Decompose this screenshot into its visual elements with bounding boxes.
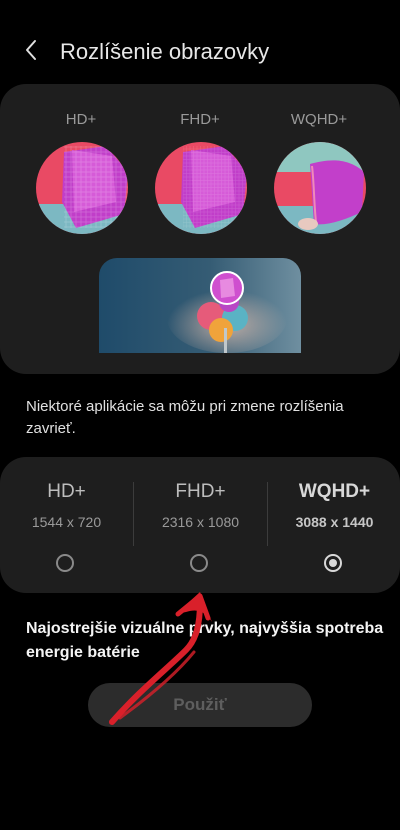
page-title: Rozlíšenie obrazovky	[60, 39, 270, 64]
header: Rozlíšenie obrazovky	[0, 28, 400, 74]
preview-label-hd: HD+	[65, 111, 97, 128]
radio-fhd[interactable]	[190, 554, 208, 572]
preview-image-wqhd	[274, 142, 366, 234]
radio-hd[interactable]	[56, 554, 74, 572]
option-hd-size: 1544 x 720	[31, 514, 102, 530]
chevron-left-icon[interactable]	[20, 38, 44, 62]
preview-image-full	[99, 258, 301, 353]
option-wqhd[interactable]: WQHD+ 3088 x 1440	[268, 457, 400, 593]
option-wqhd-size: 3088 x 1440	[295, 514, 374, 530]
option-fhd-name: FHD+	[175, 481, 226, 502]
resolution-preview-card: HD+ FHD+ WQHD+	[0, 84, 400, 374]
option-fhd-size: 2316 x 1080	[161, 514, 240, 530]
option-hd-name: HD+	[47, 481, 86, 502]
resolution-selector: HD+ 1544 x 720 FHD+ 2316 x 1080 WQHD+ 30…	[0, 457, 400, 593]
preview-label-wqhd: WQHD+	[290, 111, 348, 128]
option-fhd[interactable]: FHD+ 2316 x 1080	[134, 457, 267, 593]
preview-label-fhd: FHD+	[180, 111, 220, 128]
close-apps-notice: Niektoré aplikácie sa môžu pri zmene roz…	[26, 398, 344, 437]
apply-button[interactable]: Použiť	[88, 683, 312, 727]
option-hd[interactable]: HD+ 1544 x 720	[0, 457, 133, 593]
radio-wqhd[interactable]	[324, 554, 342, 572]
preview-image-fhd	[155, 142, 247, 234]
preview-image-hd	[36, 142, 128, 234]
option-description: Najostrejšie vizuálne prvky, najvyššia s…	[26, 620, 384, 661]
option-wqhd-name: WQHD+	[298, 481, 371, 502]
